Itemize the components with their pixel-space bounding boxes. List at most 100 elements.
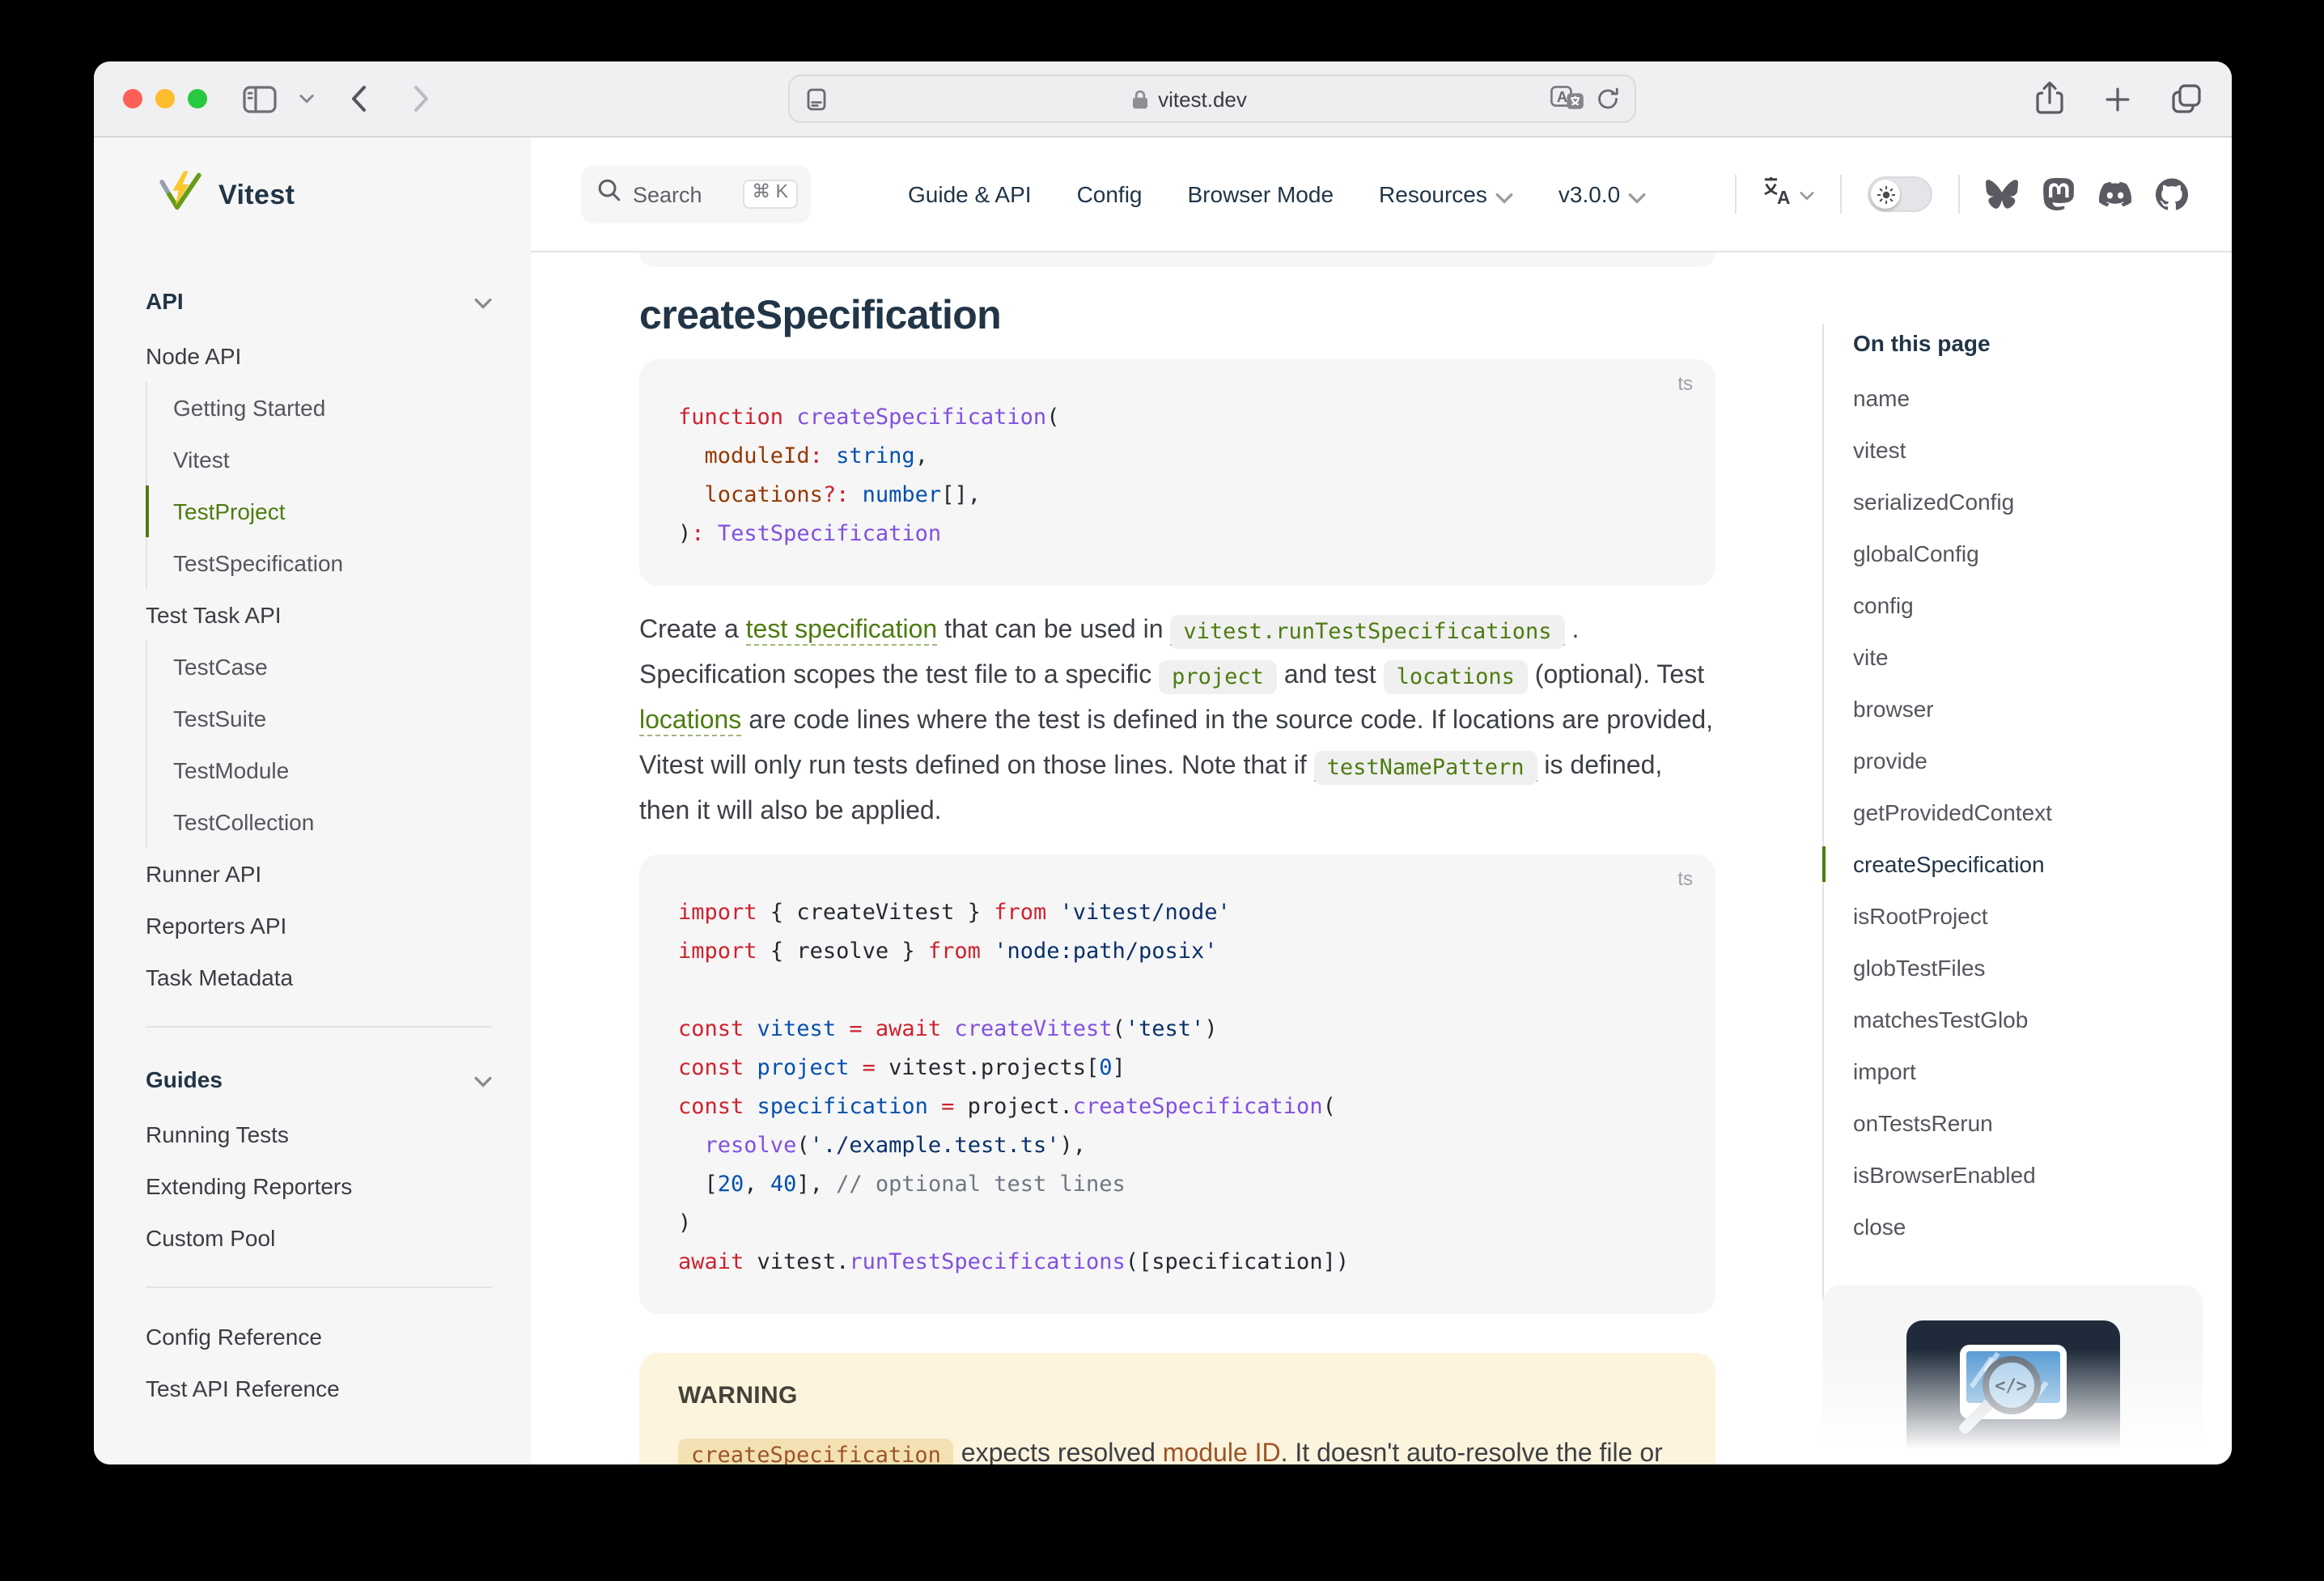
sidebar-item-testspecification[interactable]: TestSpecification (146, 537, 492, 589)
sidebar-item-testcollection[interactable]: TestCollection (146, 796, 492, 848)
language-menu[interactable]: A (1762, 176, 1814, 213)
logo[interactable]: Vitest (94, 138, 531, 252)
aside-item-browser[interactable]: browser (1853, 683, 2201, 735)
aside-item-close[interactable]: close (1853, 1201, 2201, 1253)
doc-code-link-vitest-runtestspecifications[interactable]: vitest.runTestSpecifications (1170, 617, 1564, 646)
search-icon (597, 178, 621, 210)
sidebar-item-task-metadata[interactable]: Task Metadata (146, 952, 492, 1003)
translate-icon: A (1762, 176, 1793, 213)
previous-code-block-tail (639, 252, 1715, 267)
sidebar-chevron-icon[interactable] (299, 94, 314, 104)
sidebar-item-config-reference[interactable]: Config Reference (146, 1311, 492, 1363)
doc-paragraph: Create a test specification that can be … (639, 608, 1715, 835)
bluesky-icon[interactable] (1986, 178, 2018, 210)
sidebar-item-vitest[interactable]: Vitest (146, 434, 492, 485)
sidebar-item-extending-reporters[interactable]: Extending Reporters (146, 1160, 492, 1212)
minimize-button[interactable] (155, 89, 175, 108)
share-icon[interactable] (2034, 81, 2065, 117)
traffic-lights (123, 89, 207, 108)
aside-item-provide[interactable]: provide (1853, 735, 2201, 786)
discord-icon[interactable] (2099, 178, 2131, 210)
sidebar-item-custom-pool[interactable]: Custom Pool (146, 1212, 492, 1264)
sidebar-section-guides[interactable]: Guides (146, 1050, 492, 1108)
sidebar: Vitest APINode APIGetting StartedVitestT… (94, 138, 531, 1464)
nav-browser-mode[interactable]: Browser Mode (1188, 181, 1334, 207)
lock-icon (1130, 88, 1148, 109)
reader-icon[interactable] (804, 87, 828, 111)
svg-text:A: A (1777, 186, 1790, 205)
sidebar-item-testsuite[interactable]: TestSuite (146, 693, 492, 744)
svg-text:A: A (1556, 88, 1567, 104)
ad-card[interactable]: </> (1822, 1285, 2203, 1464)
aside-item-globtestfiles[interactable]: globTestFiles (1853, 942, 2201, 994)
aside-item-ontestsrerun[interactable]: onTestsRerun (1853, 1097, 2201, 1149)
back-button[interactable] (350, 84, 367, 113)
aside-item-globalconfig[interactable]: globalConfig (1853, 528, 2201, 579)
doc-content: createSpecification ts function createSp… (639, 252, 1715, 1464)
sidebar-item-getting-started[interactable]: Getting Started (146, 382, 492, 434)
close-button[interactable] (123, 89, 142, 108)
sidebar-item-testcase[interactable]: TestCase (146, 641, 492, 693)
sidebar-nav: APINode APIGetting StartedVitestTestProj… (94, 252, 531, 1464)
new-tab-icon[interactable] (2104, 85, 2131, 112)
tab-overview-icon[interactable] (2170, 83, 2203, 115)
page-title: createSpecification (639, 293, 1715, 340)
sun-icon (1871, 180, 1900, 209)
example-code-block: ts import { createVitest } from 'vitest/… (639, 854, 1715, 1314)
doc-link-test-specification[interactable]: test specification (746, 617, 938, 646)
mastodon-icon[interactable] (2042, 178, 2075, 210)
nav-guide-api[interactable]: Guide & API (908, 181, 1032, 207)
aside-item-serializedconfig[interactable]: serializedConfig (1853, 476, 2201, 528)
on-this-page: On this page namevitestserializedConfigg… (1822, 252, 2232, 1464)
doc-link-module-id[interactable]: module ID (1163, 1440, 1281, 1464)
sidebar-toggle-icon[interactable] (243, 85, 277, 112)
url-text: vitest.dev (1158, 87, 1247, 111)
inline-code-createspecification: createSpecification (678, 1438, 954, 1464)
code-lang-badge: ts (1677, 867, 1693, 890)
search-placeholder: Search (633, 182, 731, 206)
signature-code-block: ts function createSpecification( moduleI… (639, 359, 1715, 586)
aside-item-matchestestglob[interactable]: matchesTestGlob (1853, 994, 2201, 1045)
divider (1840, 175, 1842, 214)
doc-code-link-testnamepattern[interactable]: testNamePattern (1314, 752, 1537, 782)
address-bar[interactable]: vitest.dev A (787, 74, 1635, 123)
doc-link-locations[interactable]: locations (639, 707, 741, 736)
browser-window: vitest.dev A (94, 61, 2232, 1464)
sidebar-item-running-tests[interactable]: Running Tests (146, 1108, 492, 1160)
screen: vitest.dev A (0, 0, 2324, 1581)
nav-resources[interactable]: Resources (1379, 180, 1513, 208)
sidebar-section-api[interactable]: API (146, 272, 492, 330)
aside-item-config[interactable]: config (1853, 579, 2201, 631)
translate-icon[interactable]: A (1550, 85, 1584, 112)
aside-item-isrootproject[interactable]: isRootProject (1853, 890, 2201, 942)
aside-item-getprovidedcontext[interactable]: getProvidedContext (1853, 786, 2201, 838)
theme-toggle[interactable] (1868, 176, 1932, 212)
reload-icon[interactable] (1595, 86, 1619, 112)
search-input[interactable]: Search ⌘ K (581, 165, 811, 223)
divider (1958, 175, 1960, 214)
sidebar-item-testmodule[interactable]: TestModule (146, 744, 492, 796)
aside-item-vitest[interactable]: vitest (1853, 424, 2201, 476)
aside-divider (1822, 324, 1824, 1464)
inline-code-project: project (1159, 659, 1277, 693)
sidebar-item-reporters-api[interactable]: Reporters API (146, 900, 492, 952)
header-nav: Guide & API Config Browser Mode Resources v3… (908, 180, 1646, 208)
code[interactable]: function createSpecification( moduleId: … (678, 398, 1677, 553)
inline-code-locations: locations (1384, 659, 1528, 693)
aside-item-import[interactable]: import (1853, 1045, 2201, 1097)
zoom-button[interactable] (188, 89, 207, 108)
aside-item-vite[interactable]: vite (1853, 631, 2201, 683)
nav-config[interactable]: Config (1077, 181, 1143, 207)
github-icon[interactable] (2156, 178, 2188, 210)
sidebar-item-testproject[interactable]: TestProject (146, 485, 492, 537)
nav-v3-0-0[interactable]: v3.0.0 (1559, 180, 1646, 208)
sidebar-item-test-api-reference[interactable]: Test API Reference (146, 1363, 492, 1414)
aside-item-isbrowserenabled[interactable]: isBrowserEnabled (1853, 1149, 2201, 1201)
sidebar-item-test-task-api[interactable]: Test Task API (146, 589, 492, 641)
forward-button[interactable] (413, 84, 430, 113)
aside-item-name[interactable]: name (1853, 372, 2201, 424)
aside-item-createspecification[interactable]: createSpecification (1853, 838, 2201, 890)
sidebar-item-node-api[interactable]: Node API (146, 330, 492, 382)
sidebar-item-runner-api[interactable]: Runner API (146, 848, 492, 900)
code[interactable]: import { createVitest } from 'vitest/nod… (678, 893, 1677, 1282)
